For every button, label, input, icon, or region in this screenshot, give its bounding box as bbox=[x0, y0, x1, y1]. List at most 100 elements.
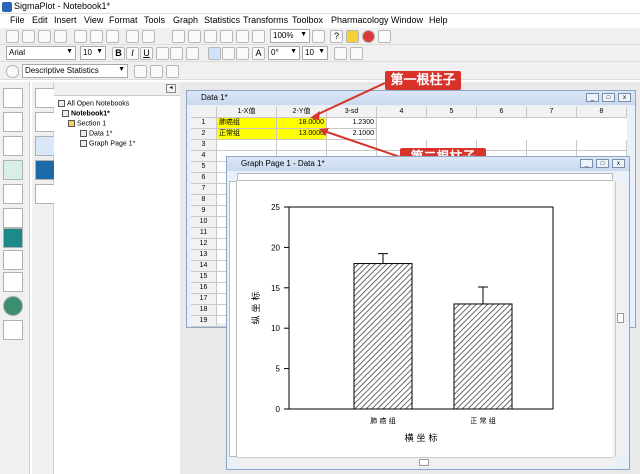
row-number[interactable]: 17 bbox=[191, 294, 217, 305]
collapse-icon[interactable]: ◂ bbox=[166, 84, 176, 93]
paste-icon[interactable] bbox=[106, 30, 119, 43]
undo-icon[interactable] bbox=[126, 30, 139, 43]
row-number[interactable]: 11 bbox=[191, 228, 217, 239]
align-right-icon[interactable] bbox=[236, 47, 249, 60]
menu-insert[interactable]: Insert bbox=[54, 15, 77, 25]
maximize-button[interactable]: □ bbox=[602, 93, 615, 102]
row-number[interactable]: 6 bbox=[191, 173, 217, 184]
row-number[interactable]: 15 bbox=[191, 272, 217, 283]
row-number[interactable]: 13 bbox=[191, 250, 217, 261]
line-scatter-icon[interactable] bbox=[3, 136, 23, 156]
cell-x[interactable]: 正常组 bbox=[217, 129, 277, 140]
contour-plot-icon[interactable] bbox=[3, 320, 23, 340]
save-icon[interactable] bbox=[38, 30, 51, 43]
font-color-icon[interactable]: A bbox=[252, 47, 265, 60]
report-stats-icon[interactable] bbox=[150, 65, 163, 78]
stop-icon[interactable] bbox=[362, 30, 375, 43]
subscript-icon[interactable] bbox=[170, 47, 183, 60]
section-item[interactable]: Section 1 bbox=[68, 120, 106, 127]
cell-x[interactable]: 肺癌组 bbox=[217, 118, 277, 129]
maximize-button[interactable]: □ bbox=[596, 159, 609, 168]
area-plot-icon[interactable] bbox=[3, 160, 23, 180]
font-size-select[interactable]: 10 ▼ bbox=[80, 46, 106, 60]
row-number[interactable]: 2 bbox=[191, 129, 217, 140]
open-icon[interactable] bbox=[22, 30, 35, 43]
line-style-icon[interactable] bbox=[334, 47, 347, 60]
box-plot-icon[interactable] bbox=[3, 272, 23, 292]
report-icon[interactable] bbox=[236, 30, 249, 43]
layout-icon[interactable] bbox=[220, 30, 233, 43]
menu-edit[interactable]: Edit bbox=[32, 15, 48, 25]
close-button[interactable]: x bbox=[612, 159, 625, 168]
check-icon[interactable] bbox=[134, 65, 147, 78]
col-header[interactable]: 7 bbox=[527, 107, 577, 118]
empty-cell[interactable] bbox=[527, 140, 577, 151]
menu-file[interactable]: File bbox=[10, 15, 25, 25]
row-number[interactable]: 4 bbox=[191, 151, 217, 162]
row-number[interactable]: 1 bbox=[191, 118, 217, 129]
row-number[interactable]: 3 bbox=[191, 140, 217, 151]
pointer-icon[interactable] bbox=[346, 30, 359, 43]
angle-select[interactable]: 0° ▼ bbox=[268, 46, 300, 60]
lightbulb-icon[interactable] bbox=[6, 65, 19, 78]
minimize-button[interactable]: _ bbox=[586, 93, 599, 102]
line-3d-icon[interactable] bbox=[35, 112, 55, 132]
align-center-icon[interactable] bbox=[222, 47, 235, 60]
graph-page-item[interactable]: Graph Page 1* bbox=[80, 140, 135, 147]
col-header[interactable]: 8 bbox=[577, 107, 627, 118]
redo-icon[interactable] bbox=[142, 30, 155, 43]
data-item[interactable]: Data 1* bbox=[80, 130, 112, 137]
menu-graph[interactable]: Graph bbox=[173, 15, 198, 25]
menu-format[interactable]: Format bbox=[109, 15, 138, 25]
polar-plot-icon[interactable] bbox=[3, 184, 23, 204]
row-number[interactable]: 18 bbox=[191, 305, 217, 316]
contour-3d-icon[interactable] bbox=[35, 184, 55, 204]
fill-icon[interactable] bbox=[350, 47, 363, 60]
minimize-button[interactable]: _ bbox=[580, 159, 593, 168]
compare-icon[interactable] bbox=[378, 30, 391, 43]
menu-window[interactable]: Window bbox=[391, 15, 423, 25]
ternary-plot-icon[interactable] bbox=[3, 208, 23, 228]
copy-icon[interactable] bbox=[90, 30, 103, 43]
align-left-icon[interactable] bbox=[208, 47, 221, 60]
row-number[interactable]: 14 bbox=[191, 261, 217, 272]
menu-transforms[interactable]: Transforms bbox=[243, 15, 288, 25]
col-header[interactable]: 1-X值 bbox=[217, 107, 277, 118]
row-number[interactable]: 5 bbox=[191, 162, 217, 173]
vertical-scrollbar[interactable] bbox=[615, 181, 625, 457]
scatter-3d-icon[interactable] bbox=[35, 88, 55, 108]
row-number[interactable]: 10 bbox=[191, 217, 217, 228]
row-number[interactable]: 12 bbox=[191, 239, 217, 250]
menu-help[interactable]: Help bbox=[429, 15, 448, 25]
row-number[interactable]: 7 bbox=[191, 184, 217, 195]
line-plot-icon[interactable] bbox=[3, 112, 23, 132]
vertical-bar-icon[interactable] bbox=[3, 228, 23, 248]
cut-icon[interactable] bbox=[74, 30, 87, 43]
statistics-select[interactable]: Descriptive Statistics ▼ bbox=[22, 64, 128, 78]
menu-toolbox[interactable]: Toolbox bbox=[292, 15, 323, 25]
row-number[interactable]: 8 bbox=[191, 195, 217, 206]
menu-tools[interactable]: Tools bbox=[144, 15, 165, 25]
close-button[interactable]: x bbox=[618, 93, 631, 102]
help-icon[interactable]: ? bbox=[330, 30, 343, 43]
italic-icon[interactable]: I bbox=[126, 47, 139, 60]
pie-chart-icon[interactable] bbox=[3, 296, 23, 316]
scatter-plot-icon[interactable] bbox=[3, 88, 23, 108]
grid-icon[interactable] bbox=[188, 30, 201, 43]
scroll-thumb[interactable] bbox=[617, 313, 624, 323]
horizontal-bar-icon[interactable] bbox=[3, 250, 23, 270]
settings-icon[interactable] bbox=[166, 65, 179, 78]
empty-cell[interactable] bbox=[217, 140, 277, 151]
mesh-3d-icon[interactable] bbox=[35, 136, 55, 156]
zoom-select[interactable]: 100% ▼ bbox=[270, 29, 310, 43]
line-size-select[interactable]: 10 ▼ bbox=[302, 46, 328, 60]
magnify-icon[interactable] bbox=[312, 30, 325, 43]
menu-pharmacology[interactable]: Pharmacology bbox=[331, 15, 389, 25]
row-number[interactable]: 9 bbox=[191, 206, 217, 217]
sheet-icon[interactable] bbox=[204, 30, 217, 43]
symbol-icon[interactable] bbox=[186, 47, 199, 60]
table-icon[interactable] bbox=[172, 30, 185, 43]
row-number[interactable]: 16 bbox=[191, 283, 217, 294]
print-icon[interactable] bbox=[54, 30, 67, 43]
bold-icon[interactable]: B bbox=[112, 47, 125, 60]
